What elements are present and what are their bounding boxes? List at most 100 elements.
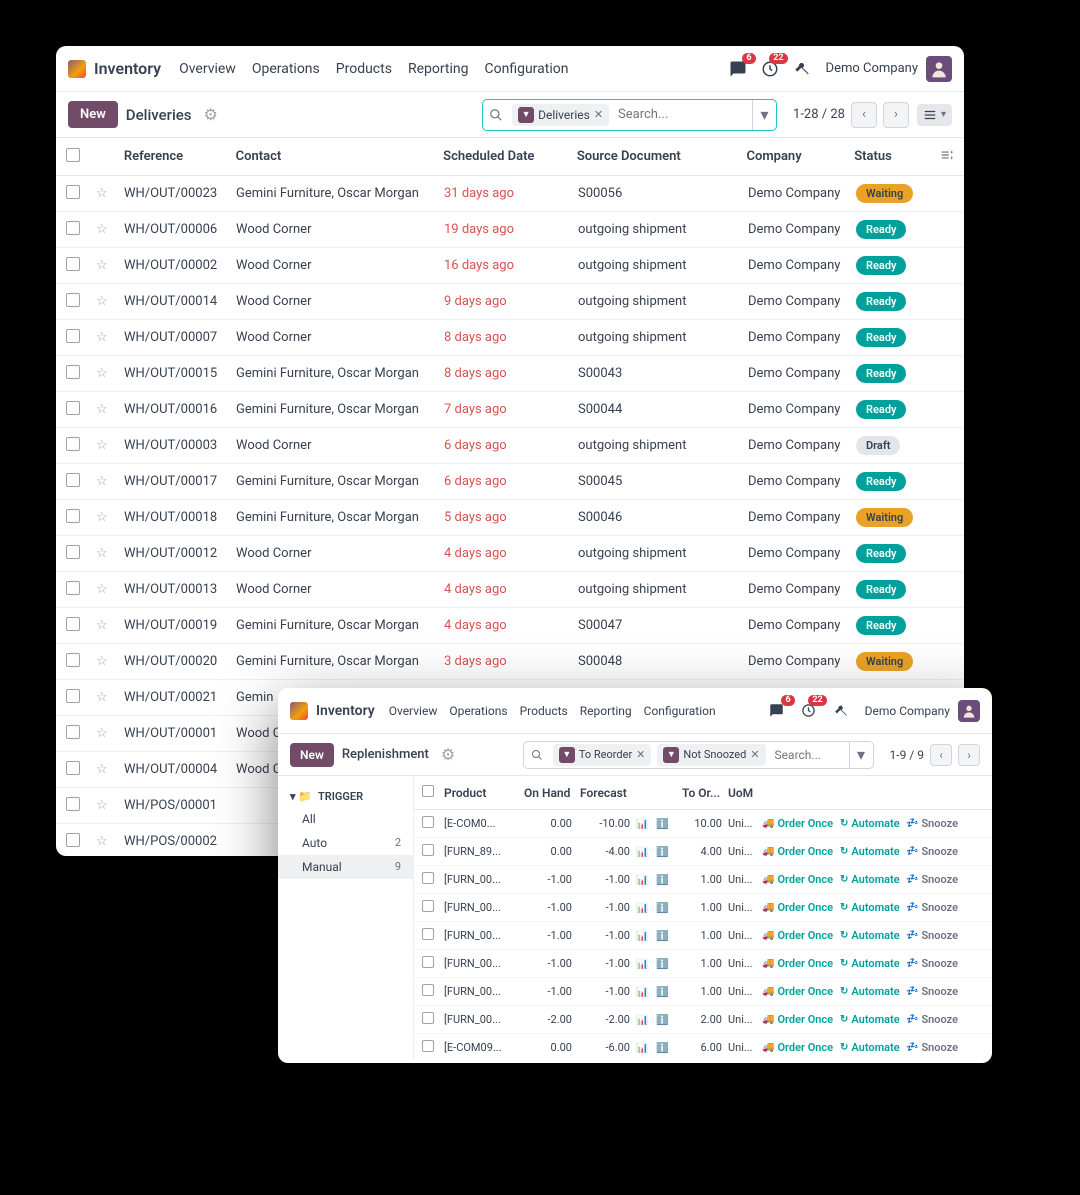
- row-checkbox[interactable]: [422, 844, 434, 856]
- table-row[interactable]: [FURN_00... -1.00 -1.00 📊 ℹ️ 1.00 Uni...…: [414, 866, 992, 894]
- cell-reference[interactable]: WH/OUT/00015: [124, 366, 236, 381]
- automate-button[interactable]: ↻Automate: [840, 901, 906, 914]
- cell-reference[interactable]: WH/OUT/00013: [124, 582, 236, 597]
- star-icon[interactable]: ☆: [96, 366, 124, 381]
- cell-reference[interactable]: WH/OUT/00014: [124, 294, 236, 309]
- table-row[interactable]: ☆ WH/OUT/00002 Wood Corner 16 days ago o…: [56, 248, 964, 284]
- table-row[interactable]: [FURN_00... -1.00 -1.00 📊 ℹ️ 1.00 Uni...…: [414, 978, 992, 1006]
- cell-product[interactable]: [FURN_00...: [444, 985, 524, 998]
- star-icon[interactable]: ☆: [96, 618, 124, 633]
- star-icon[interactable]: ☆: [96, 762, 124, 777]
- chart-icon[interactable]: 📊: [636, 1041, 656, 1054]
- avatar[interactable]: [958, 700, 980, 722]
- row-checkbox[interactable]: [66, 725, 80, 739]
- search-input[interactable]: [612, 107, 752, 122]
- col-scheduled[interactable]: Scheduled Date: [443, 149, 577, 164]
- automate-button[interactable]: ↻Automate: [840, 957, 906, 970]
- row-checkbox[interactable]: [422, 984, 434, 996]
- chart-icon[interactable]: 📊: [636, 817, 656, 830]
- nav-configuration[interactable]: Configuration: [644, 704, 716, 718]
- cell-product[interactable]: [FURN_89...: [444, 845, 524, 858]
- col-company[interactable]: Company: [746, 149, 854, 164]
- filter-chip-reorder[interactable]: ▼ To Reorder ✕: [553, 744, 652, 766]
- row-checkbox[interactable]: [422, 1040, 434, 1052]
- select-all-checkbox[interactable]: [66, 148, 80, 162]
- chart-icon[interactable]: 📊: [636, 901, 656, 914]
- star-icon[interactable]: ☆: [96, 582, 124, 597]
- star-icon[interactable]: ☆: [96, 186, 124, 201]
- row-checkbox[interactable]: [66, 653, 80, 667]
- automate-button[interactable]: ↻Automate: [840, 817, 906, 830]
- next-page[interactable]: ›: [883, 102, 909, 128]
- prev-page[interactable]: ‹: [851, 102, 877, 128]
- activity-icon[interactable]: 22: [797, 699, 821, 723]
- company-name[interactable]: Demo Company: [826, 61, 918, 76]
- sidebar-item[interactable]: Manual 9: [278, 855, 413, 879]
- filter-chip[interactable]: ▼ Deliveries ✕: [512, 104, 609, 126]
- search-options-toggle[interactable]: ▾: [849, 742, 873, 768]
- table-row[interactable]: [FURN_00... -1.00 -1.00 📊 ℹ️ 1.00 Uni...…: [414, 950, 992, 978]
- row-checkbox[interactable]: [422, 816, 434, 828]
- info-icon[interactable]: ℹ️: [656, 817, 682, 830]
- cell-reference[interactable]: WH/OUT/00019: [124, 618, 236, 633]
- order-once-button[interactable]: 🚚Order Once: [762, 901, 840, 914]
- nav-products[interactable]: Products: [336, 61, 392, 77]
- cell-reference[interactable]: WH/OUT/00017: [124, 474, 236, 489]
- nav-overview[interactable]: Overview: [179, 61, 236, 77]
- nav-operations[interactable]: Operations: [252, 61, 320, 77]
- order-once-button[interactable]: 🚚Order Once: [762, 957, 840, 970]
- row-checkbox[interactable]: [66, 581, 80, 595]
- order-once-button[interactable]: 🚚Order Once: [762, 817, 840, 830]
- row-checkbox[interactable]: [422, 900, 434, 912]
- messages-icon[interactable]: 6: [726, 57, 750, 81]
- select-all-checkbox[interactable]: [422, 785, 434, 797]
- row-checkbox[interactable]: [66, 689, 80, 703]
- col-onhand[interactable]: On Hand: [524, 786, 580, 800]
- row-checkbox[interactable]: [66, 437, 80, 451]
- table-row[interactable]: ☆ WH/OUT/00015 Gemini Furniture, Oscar M…: [56, 356, 964, 392]
- sidebar-item[interactable]: All: [278, 807, 413, 831]
- row-checkbox[interactable]: [66, 761, 80, 775]
- nav-reporting[interactable]: Reporting: [408, 61, 469, 77]
- table-row[interactable]: [FURN_00... -1.00 -1.00 📊 ℹ️ 1.00 Uni...…: [414, 894, 992, 922]
- order-once-button[interactable]: 🚚Order Once: [762, 873, 840, 886]
- cell-reference[interactable]: WH/OUT/00007: [124, 330, 236, 345]
- order-once-button[interactable]: 🚚Order Once: [762, 1041, 840, 1054]
- star-icon[interactable]: ☆: [96, 654, 124, 669]
- star-icon[interactable]: ☆: [96, 402, 124, 417]
- info-icon[interactable]: ℹ️: [656, 901, 682, 914]
- cell-product[interactable]: [E-COM0...: [444, 817, 524, 830]
- cell-reference[interactable]: WH/OUT/00023: [124, 186, 236, 201]
- cell-product[interactable]: [FURN_00...: [444, 929, 524, 942]
- star-icon[interactable]: ☆: [96, 690, 124, 705]
- chart-icon[interactable]: 📊: [636, 957, 656, 970]
- cell-reference[interactable]: WH/OUT/00006: [124, 222, 236, 237]
- snooze-button[interactable]: 💤Snooze: [906, 929, 962, 942]
- star-icon[interactable]: ☆: [96, 726, 124, 741]
- cell-product[interactable]: [FURN_00...: [444, 873, 524, 886]
- info-icon[interactable]: ℹ️: [656, 957, 682, 970]
- remove-chip-icon[interactable]: ✕: [750, 748, 759, 761]
- sidebar-item[interactable]: Auto 2: [278, 831, 413, 855]
- nav-products[interactable]: Products: [520, 704, 568, 718]
- table-row[interactable]: ☆ WH/OUT/00007 Wood Corner 8 days ago ou…: [56, 320, 964, 356]
- star-icon[interactable]: ☆: [96, 546, 124, 561]
- messages-icon[interactable]: 6: [765, 699, 789, 723]
- snooze-button[interactable]: 💤Snooze: [906, 1041, 962, 1054]
- table-row[interactable]: ☆ WH/OUT/00023 Gemini Furniture, Oscar M…: [56, 176, 964, 212]
- cell-reference[interactable]: WH/POS/00001: [124, 798, 236, 813]
- col-status[interactable]: Status: [854, 149, 934, 164]
- automate-button[interactable]: ↻Automate: [840, 1013, 906, 1026]
- info-icon[interactable]: ℹ️: [656, 1041, 682, 1054]
- avatar[interactable]: [926, 56, 952, 82]
- company-name[interactable]: Demo Company: [865, 704, 950, 718]
- search-icon[interactable]: [483, 108, 509, 122]
- cell-reference[interactable]: WH/OUT/00021: [124, 690, 236, 705]
- table-row[interactable]: [FURN_89... 0.00 -4.00 📊 ℹ️ 4.00 Uni... …: [414, 838, 992, 866]
- order-once-button[interactable]: 🚚Order Once: [762, 985, 840, 998]
- cell-reference[interactable]: WH/OUT/00001: [124, 726, 236, 741]
- snooze-button[interactable]: 💤Snooze: [906, 817, 962, 830]
- row-checkbox[interactable]: [422, 956, 434, 968]
- star-icon[interactable]: ☆: [96, 438, 124, 453]
- row-checkbox[interactable]: [66, 221, 80, 235]
